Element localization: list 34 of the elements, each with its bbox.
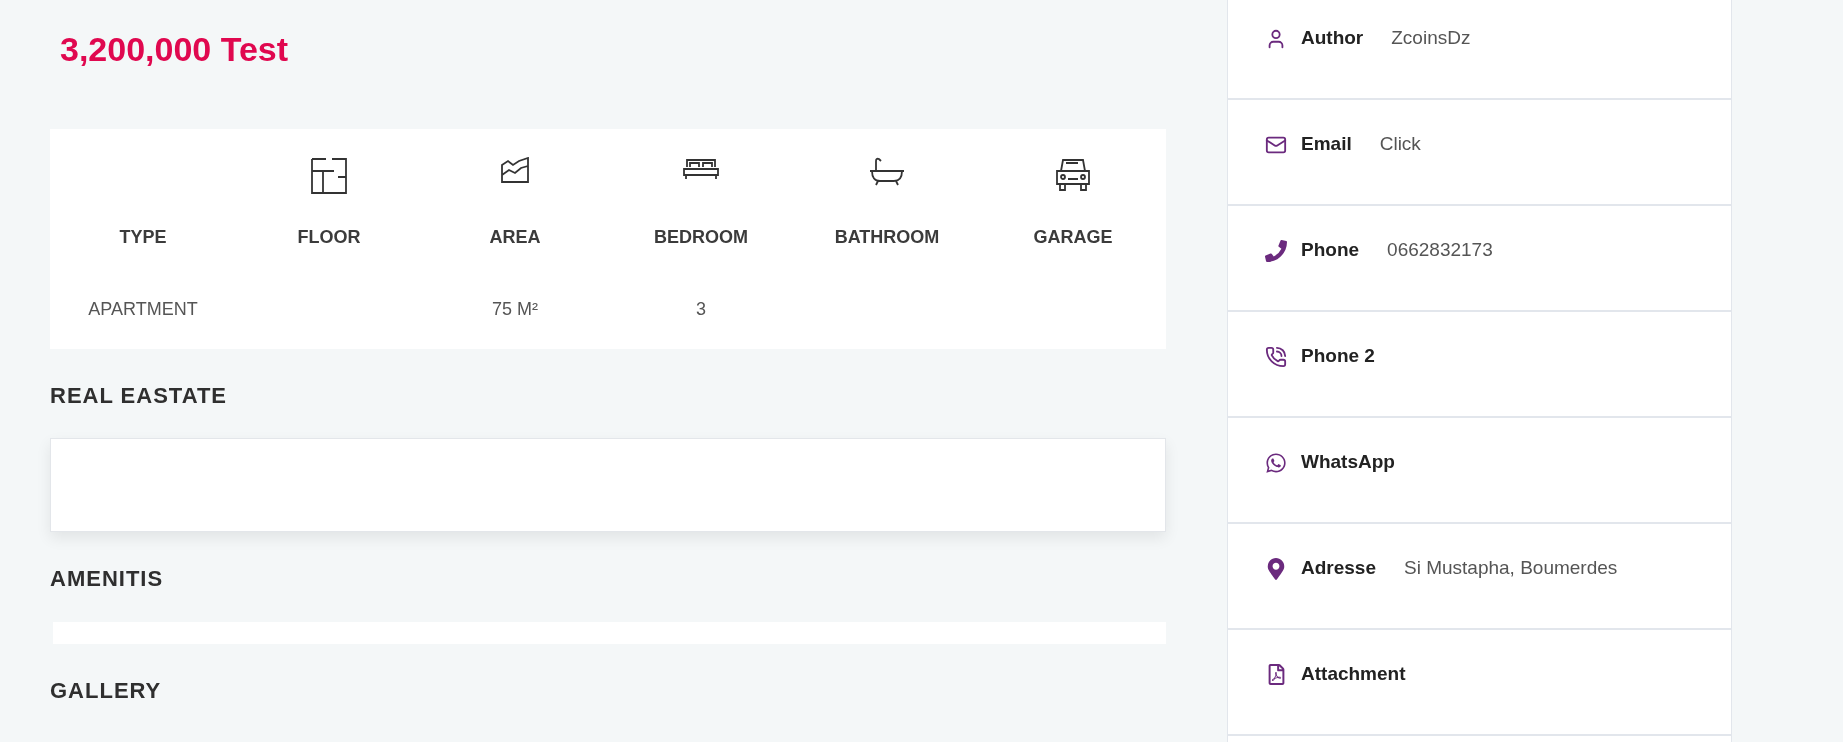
contact-value: ZcoinsDz <box>1391 27 1471 49</box>
contact-label: Phone 2 <box>1301 345 1375 367</box>
contact-value: 0662832173 <box>1387 239 1493 261</box>
spec-value: 75 M² <box>492 299 538 320</box>
section-title: AMENITIS <box>50 566 164 592</box>
bathtub-icon <box>868 157 906 187</box>
spec-label: AREA <box>489 227 541 248</box>
contact-label: Attachment <box>1301 663 1406 685</box>
spec-label: GARAGE <box>1033 227 1113 248</box>
whatsapp-icon <box>1265 452 1287 474</box>
phone-icon <box>1265 240 1287 262</box>
contact-label: Email <box>1301 133 1352 155</box>
area-chart-icon <box>500 157 530 183</box>
contact-label: Adresse <box>1301 557 1376 579</box>
spec-value: 3 <box>696 299 706 320</box>
bed-icon <box>682 157 720 181</box>
car-icon <box>1054 157 1092 193</box>
spec-value: APARTMENT <box>88 299 198 320</box>
price: 3,200,000 Test <box>60 29 289 70</box>
phone-call-icon <box>1265 346 1287 368</box>
section-title: REAL EASTATE <box>50 383 227 409</box>
contact-label: Author <box>1301 27 1364 49</box>
floor-plan-icon <box>310 157 348 195</box>
envelope-icon <box>1265 134 1287 156</box>
contact-label: WhatsApp <box>1301 451 1395 473</box>
section-title: GALLERY <box>50 678 162 704</box>
contact-value: Click <box>1379 133 1421 155</box>
contact-value: Si Mustapha, Boumerdes <box>1404 557 1618 579</box>
spec-label: BEDROOM <box>654 227 748 248</box>
spec-label: TYPE <box>119 227 167 248</box>
location-pin-icon <box>1265 558 1287 580</box>
contact-label: Phone <box>1301 239 1360 261</box>
spec-label: BATHROOM <box>834 227 940 248</box>
spec-label: FLOOR <box>297 227 361 248</box>
